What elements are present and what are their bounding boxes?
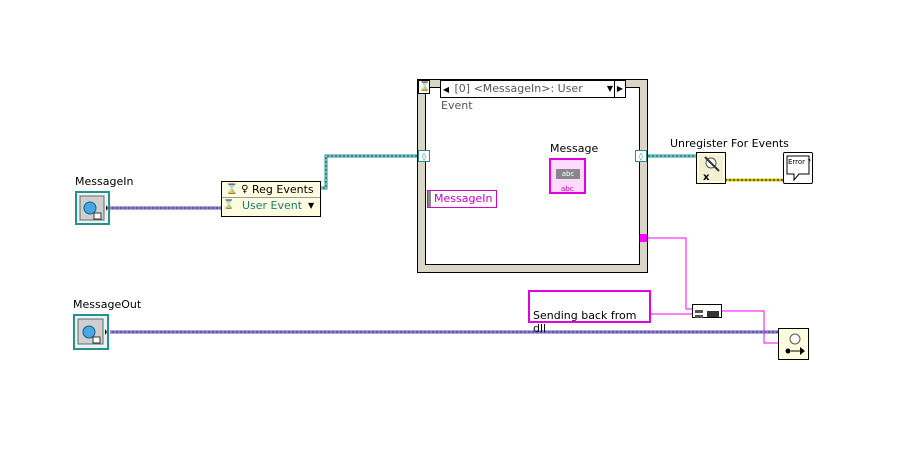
event-data-node[interactable]: MessageIn [427, 190, 497, 208]
simple-error-handler-node[interactable]: Error ?! [783, 152, 814, 184]
decrement-arrow-icon[interactable]: ◀ [441, 82, 451, 98]
dynamic-events-terminal-icon[interactable]: ◊ [418, 150, 430, 162]
data-node-handle [428, 191, 431, 207]
chevron-down-icon[interactable]: ▼ [308, 198, 320, 213]
reg-events-item: User Event [241, 199, 303, 212]
event-case-selector[interactable]: ◀ [0] <MessageIn>: User Event ▼ [440, 80, 616, 112]
generate-event-icon [785, 333, 805, 355]
string-constant[interactable]: Sending back from dll [528, 290, 651, 335]
message-string-indicator[interactable]: abc abc [549, 158, 586, 194]
concatenate-icon [695, 310, 719, 318]
event-registration-icon: ⌛ ♀ [225, 184, 249, 195]
timeout-hourglass-icon[interactable]: ⌛ [418, 80, 430, 94]
event-registration-wire[interactable] [321, 154, 418, 190]
reg-events-title: Reg Events [252, 183, 314, 196]
messagein-label: MessageIn [75, 175, 134, 188]
string-constant-text: Sending back from dll [533, 309, 637, 335]
block-diagram: MessageIn MessageOut ⌛ ♀ Reg Events ⌛ Us… [0, 0, 910, 454]
messageout-label: MessageOut [73, 298, 142, 311]
chevron-down-icon[interactable]: ▼ [607, 81, 613, 97]
user-event-refnum-icon [77, 318, 107, 345]
unregister-icon: x [699, 155, 723, 183]
user-event-refnum-icon [79, 195, 108, 221]
generate-user-event-node[interactable] [778, 328, 809, 360]
string-tunnel[interactable] [640, 234, 647, 242]
abc-string-badge-icon: abc [561, 185, 574, 193]
messageout-terminal[interactable] [73, 314, 109, 350]
tunnel-to-concat-wire[interactable] [647, 237, 692, 310]
abc-string-badge-icon: abc [556, 169, 580, 179]
svg-text:x: x [703, 172, 710, 183]
messagein-terminal[interactable] [75, 191, 110, 225]
message-label: Message [550, 142, 599, 155]
event-terminal-icon: ⌛ [223, 200, 235, 210]
unregister-label: Unregister For Events [670, 137, 789, 150]
concat-to-generate-wire[interactable] [722, 310, 778, 344]
unregister-for-events-node[interactable]: x [696, 152, 726, 184]
error-speech-bubble-icon: Error ?! [786, 155, 814, 182]
increment-arrow-icon[interactable]: ▶ [614, 80, 626, 98]
concatenate-strings-node[interactable] [692, 304, 722, 318]
register-for-events-node[interactable]: ⌛ ♀ Reg Events ⌛ User Event ▼ [221, 181, 321, 217]
event-data-node-label: MessageIn [434, 192, 493, 205]
error-icon-text: Error ?! [788, 158, 812, 166]
dynamic-events-output-icon[interactable]: ◊ [635, 150, 647, 162]
